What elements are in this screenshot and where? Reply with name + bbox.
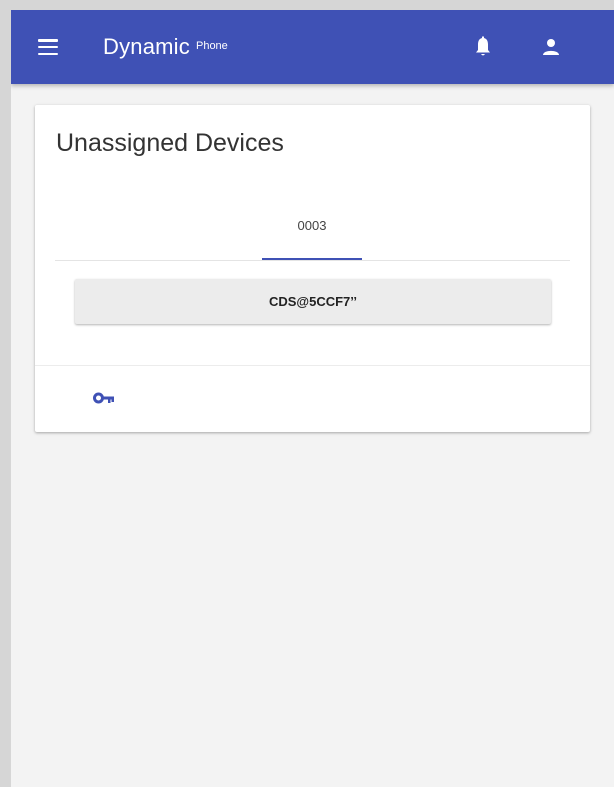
brand-main-text: Dynamic [103,34,190,59]
bell-icon[interactable] [473,36,493,58]
tab-label: 0003 [297,218,327,233]
device-button[interactable]: CDS@5CCF7’’ [75,279,551,324]
app-bar: Dynamic Phone [11,10,614,84]
person-icon[interactable] [541,37,561,57]
card-title: Unassigned Devices [56,129,284,157]
tab-0003[interactable]: 0003 [262,207,362,263]
app-frame: Dynamic Phone Unassigned Devices 0003 CD… [11,10,614,787]
brand-title: Dynamic Phone [103,34,228,60]
tabs-divider [55,260,570,261]
unassigned-devices-card: Unassigned Devices 0003 CDS@5CCF7’’ [35,105,590,432]
key-icon[interactable] [93,391,115,405]
menu-icon[interactable] [38,39,58,55]
card-actions-divider [35,365,590,366]
brand-sub-text: Phone [195,40,228,52]
